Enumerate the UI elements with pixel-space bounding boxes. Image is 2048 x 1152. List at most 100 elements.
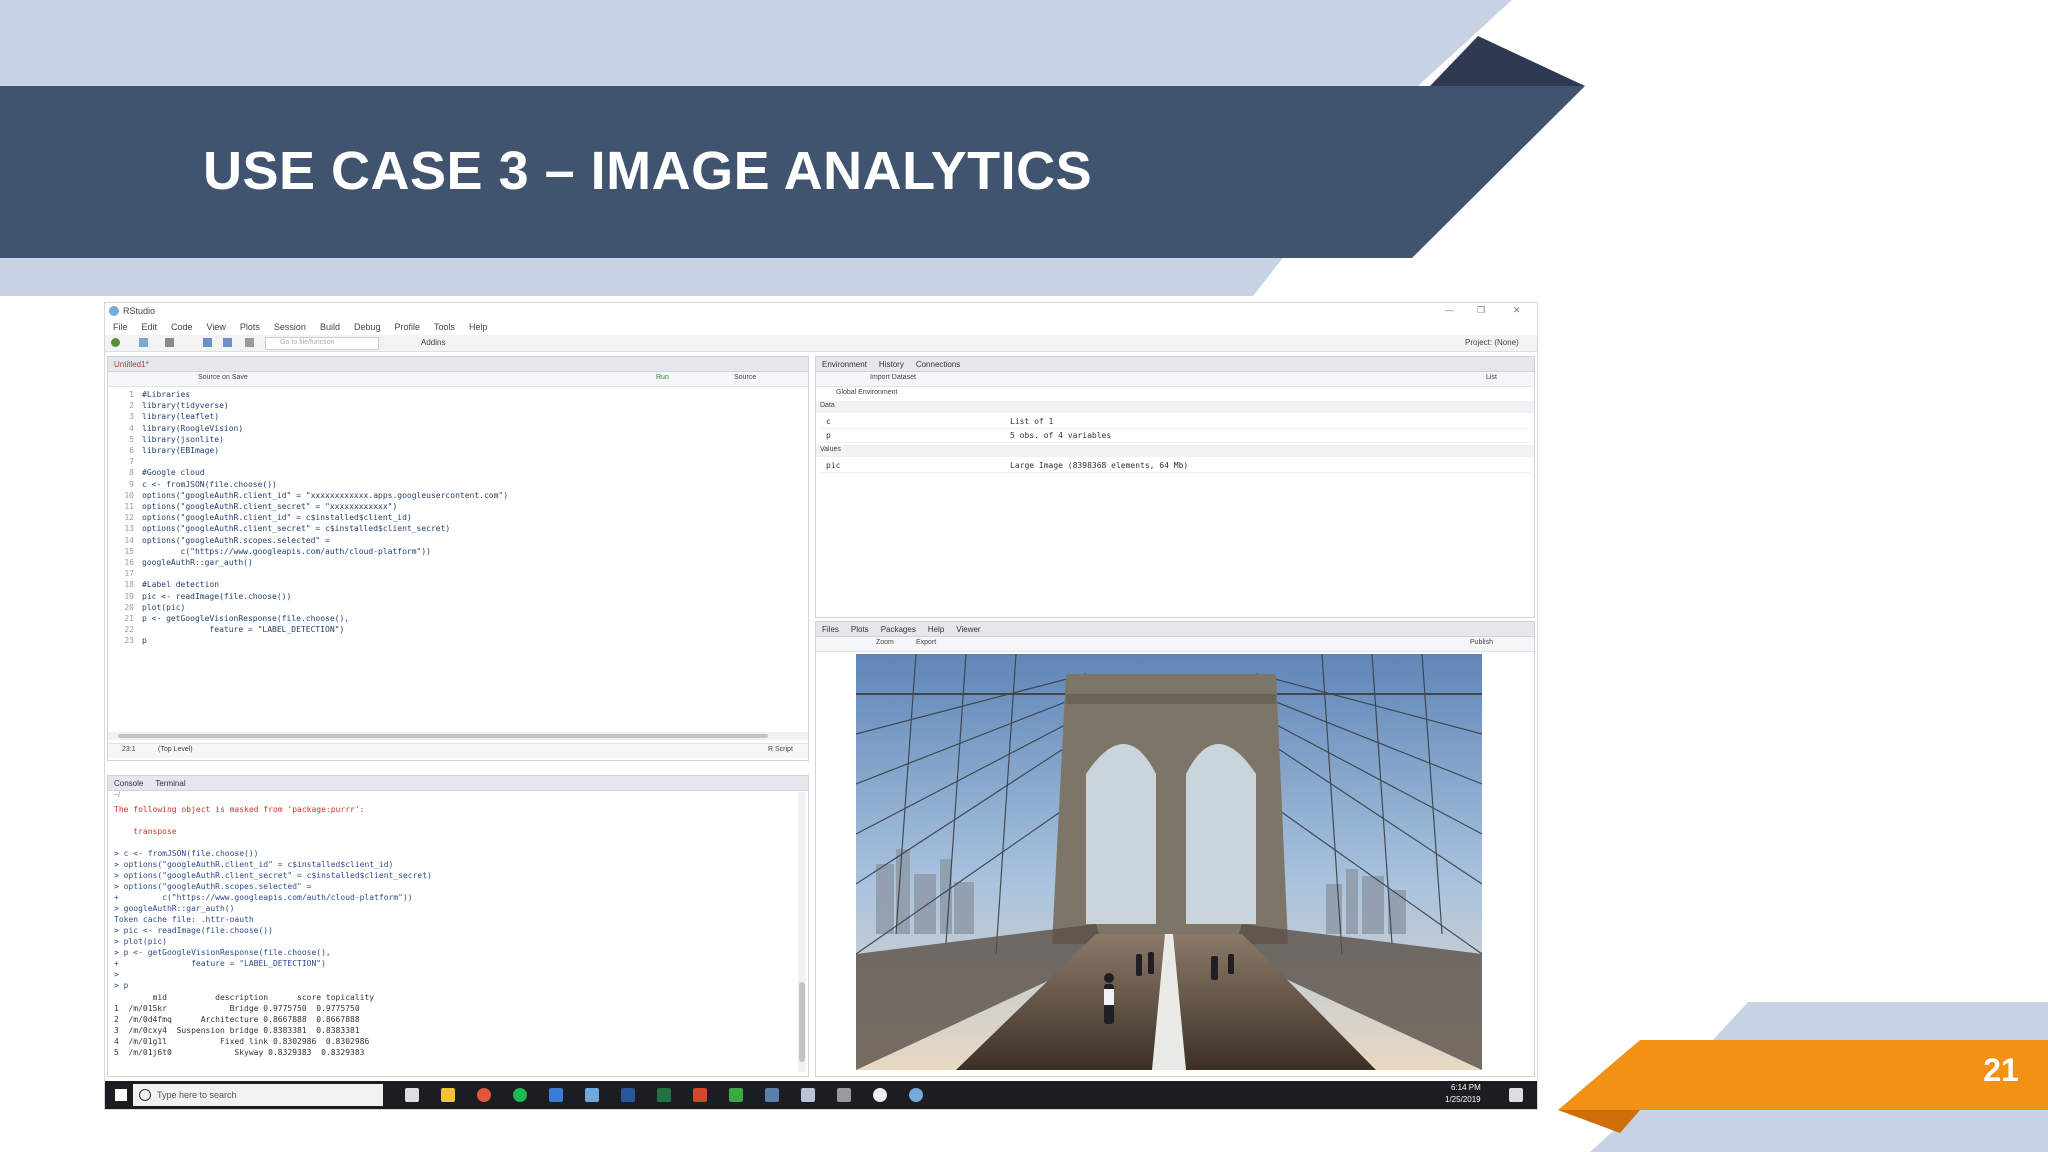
rstudio-screenshot: RStudio — ❐ ✕ File Edit Code View Plots … [104, 302, 1538, 1110]
notifications-icon[interactable] [1509, 1088, 1523, 1102]
source-pane: Untitled1* Source on Save Run Source 1 2… [107, 356, 809, 761]
minimize-icon[interactable]: — [1445, 305, 1454, 315]
excel-icon[interactable] [657, 1088, 671, 1102]
source-status-bar: 23:1 (Top Level) R Script [108, 743, 808, 758]
slide-title: USE CASE 3 – IMAGE ANALYTICS [203, 141, 1093, 201]
new-file-icon[interactable] [111, 338, 120, 347]
console-scrollbar[interactable] [798, 792, 806, 1072]
page-number: 21 [1983, 1052, 2019, 1088]
open-file-icon[interactable] [165, 338, 174, 347]
menu-tools[interactable]: Tools [434, 322, 455, 332]
bottom-orange-accent [1558, 1040, 2048, 1110]
env-row-c[interactable]: c List of 1 [820, 415, 1530, 429]
menu-view[interactable]: View [207, 322, 226, 332]
tab-connections[interactable]: Connections [916, 360, 960, 369]
taskbar-search-input[interactable]: Type here to search [133, 1084, 383, 1106]
print-icon[interactable] [245, 338, 254, 347]
tab-files[interactable]: Files [822, 625, 839, 634]
source-tabs: Untitled1* [108, 357, 808, 372]
file-explorer-icon[interactable] [441, 1088, 455, 1102]
menu-help[interactable]: Help [469, 322, 488, 332]
tab-console[interactable]: Console [114, 779, 143, 788]
source-toolbar: Source on Save Run Source [108, 372, 808, 387]
console-commands[interactable]: > c <- fromJSON(file.choose()) > options… [114, 848, 432, 991]
tab-history[interactable]: History [879, 360, 904, 369]
plots-pane: Files Plots Packages Help Viewer Zoom Ex… [815, 621, 1535, 1077]
code-editor[interactable]: #Libraries library(tidyverse) library(le… [142, 389, 508, 647]
scope-indicator[interactable]: (Top Level) [158, 746, 193, 753]
menu-plots[interactable]: Plots [240, 322, 260, 332]
windows-start-icon[interactable] [115, 1089, 127, 1101]
project-menu[interactable]: Project: (None) [1465, 338, 1519, 347]
addins-dropdown[interactable]: Addins [421, 338, 445, 347]
goto-file-input[interactable]: Go to file/function [265, 337, 379, 350]
brooklyn-bridge-photo [856, 654, 1482, 1070]
menu-session[interactable]: Session [274, 322, 306, 332]
console-warning: The following object is masked from 'pac… [114, 805, 365, 836]
tab-plots[interactable]: Plots [851, 625, 869, 634]
environment-pane: Environment History Connections Import D… [815, 356, 1535, 618]
xbox-icon[interactable] [873, 1088, 887, 1102]
chrome-icon[interactable] [477, 1088, 491, 1102]
main-toolbar: Go to file/function Addins Project: (Non… [105, 335, 1537, 352]
drive-icon[interactable] [729, 1088, 743, 1102]
security-icon[interactable] [765, 1088, 779, 1102]
window-titlebar: RStudio — ❐ ✕ [105, 303, 1537, 319]
open-project-icon[interactable] [139, 338, 148, 347]
search-icon [139, 1089, 151, 1101]
publish-button[interactable]: Publish [1470, 639, 1493, 646]
menu-code[interactable]: Code [171, 322, 193, 332]
data-section-header: Data [816, 401, 1534, 413]
zoom-button[interactable]: Zoom [876, 639, 894, 646]
file-type-indicator[interactable]: R Script [768, 746, 793, 753]
menu-debug[interactable]: Debug [354, 322, 381, 332]
tab-packages[interactable]: Packages [881, 625, 916, 634]
source-on-save-checkbox[interactable]: Source on Save [198, 374, 248, 381]
powerpoint-icon[interactable] [693, 1088, 707, 1102]
horizontal-scrollbar[interactable] [108, 732, 808, 740]
console-pane: Console Terminal ~/ The following object… [107, 775, 809, 1077]
rstudio-logo-icon [109, 306, 119, 316]
notepad-icon[interactable] [801, 1088, 815, 1102]
source-button[interactable]: Source [734, 374, 756, 381]
list-view-dropdown[interactable]: List [1486, 374, 1497, 381]
import-dataset-button[interactable]: Import Dataset [870, 374, 916, 381]
tab-environment[interactable]: Environment [822, 360, 867, 369]
cursor-position: 23:1 [122, 746, 136, 753]
taskbar-time: 6:14 PM [1451, 1083, 1481, 1092]
tab-untitled1[interactable]: Untitled1* [114, 360, 149, 369]
maximize-icon[interactable]: ❐ [1477, 305, 1485, 316]
menu-file[interactable]: File [113, 322, 128, 332]
word-icon[interactable] [621, 1088, 635, 1102]
window-title: RStudio [123, 306, 156, 316]
menu-edit[interactable]: Edit [142, 322, 158, 332]
calculator-icon[interactable] [837, 1088, 851, 1102]
environment-tabs: Environment History Connections [816, 357, 1534, 372]
app-icon[interactable] [585, 1088, 599, 1102]
global-environment-dropdown[interactable]: Global Environment [836, 389, 897, 396]
taskbar-date: 1/25/2019 [1445, 1095, 1481, 1104]
save-icon[interactable] [203, 338, 212, 347]
tab-help[interactable]: Help [928, 625, 944, 634]
spotify-icon[interactable] [513, 1088, 527, 1102]
tab-terminal[interactable]: Terminal [155, 779, 185, 788]
console-path: ~/ [114, 792, 121, 799]
close-icon[interactable]: ✕ [1513, 305, 1521, 316]
menu-build[interactable]: Build [320, 322, 340, 332]
menu-bar: File Edit Code View Plots Session Build … [105, 319, 1537, 335]
plots-toolbar: Zoom Export Publish [816, 637, 1534, 652]
mail-icon[interactable] [549, 1088, 563, 1102]
console-tabs: Console Terminal [108, 776, 808, 791]
env-row-p[interactable]: p 5 obs. of 4 variables [820, 429, 1530, 443]
save-all-icon[interactable] [223, 338, 232, 347]
values-section-header: Values [816, 445, 1534, 457]
tab-viewer[interactable]: Viewer [956, 625, 980, 634]
line-number-gutter: 1 2 3 4 5 6 7 8 9 10 11 12 13 14 15 16 1… [124, 390, 134, 646]
menu-profile[interactable]: Profile [395, 322, 421, 332]
export-dropdown[interactable]: Export [916, 639, 936, 646]
windows-taskbar: Type here to search 6:14 PM 1/25/2019 [105, 1081, 1537, 1109]
rstudio-taskbar-icon[interactable] [909, 1088, 923, 1102]
env-row-pic[interactable]: pic Large Image (8398368 elements, 64 Mb… [820, 459, 1530, 473]
task-view-icon[interactable] [405, 1088, 419, 1102]
run-button[interactable]: Run [656, 374, 669, 381]
